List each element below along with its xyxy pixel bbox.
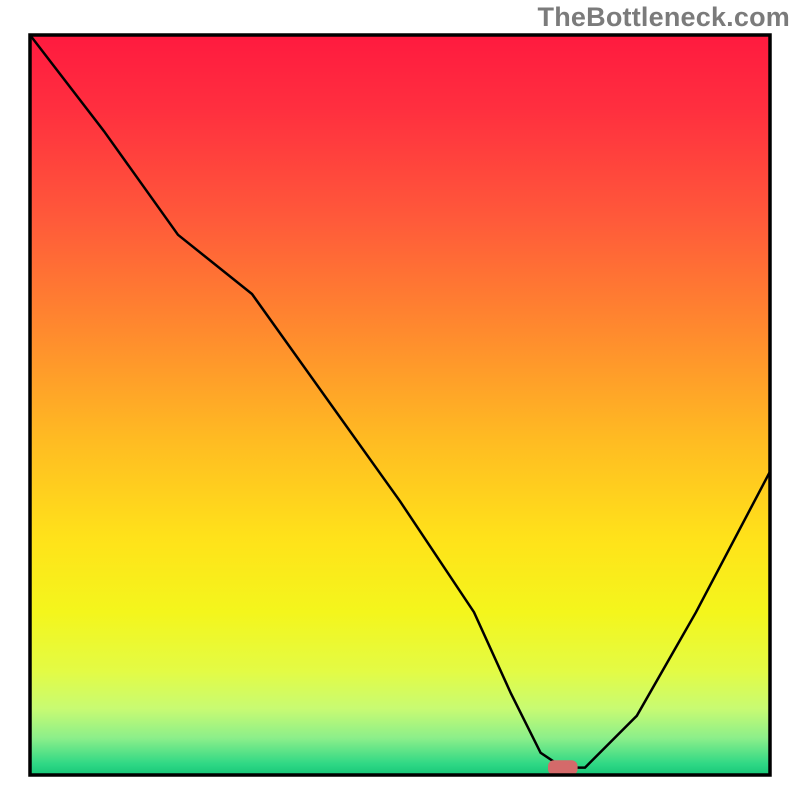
chart-container: TheBottleneck.com [0,0,800,800]
optimal-marker [548,760,578,775]
gradient-background [30,35,770,775]
bottleneck-chart [0,0,800,800]
